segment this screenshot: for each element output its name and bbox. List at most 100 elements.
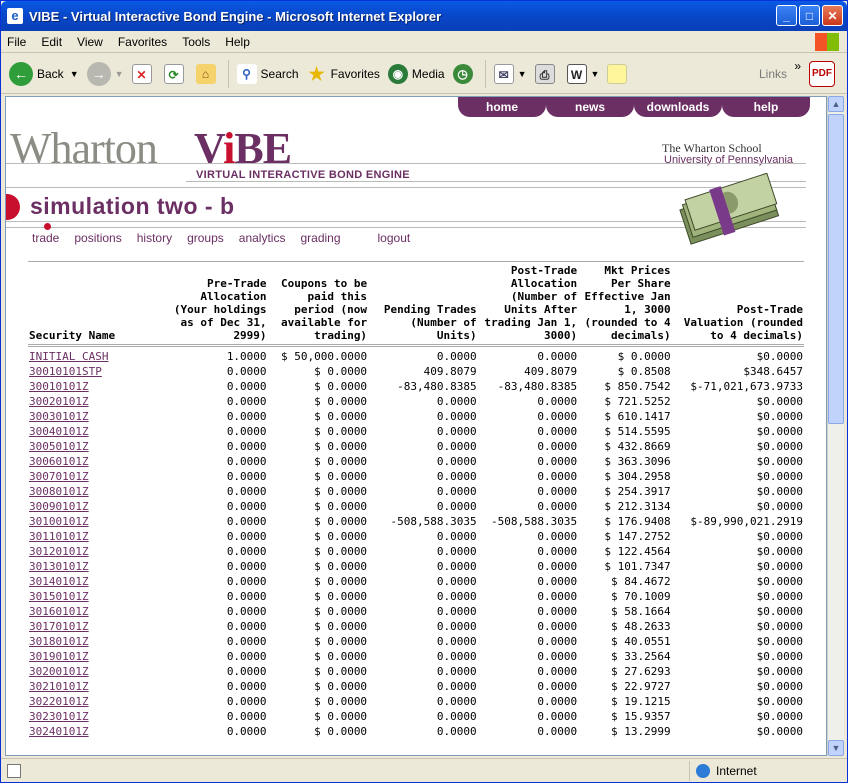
table-cell: 0.0000 — [537, 725, 578, 738]
subnav-positions[interactable]: positions — [74, 231, 121, 245]
back-button[interactable]: ← Back ▼ — [9, 61, 79, 86]
table-cell: 0.0000 — [537, 350, 578, 363]
table-cell: 0.0000 — [537, 575, 578, 588]
mail-button[interactable]: ✉ ▼ — [493, 63, 527, 84]
nav-help[interactable]: help — [722, 97, 810, 117]
security-link[interactable]: 30130101Z — [29, 560, 89, 573]
subnav-grading[interactable]: grading — [300, 231, 340, 245]
menu-help[interactable]: Help — [225, 35, 250, 49]
table-cell: 0.0000 — [537, 590, 578, 603]
menu-favorites[interactable]: Favorites — [118, 35, 167, 49]
nav-news[interactable]: news — [546, 97, 634, 117]
security-link[interactable]: 30050101Z — [29, 440, 89, 453]
security-link[interactable]: 30170101Z — [29, 620, 89, 633]
favorites-button[interactable]: ★ Favorites — [307, 64, 379, 84]
home-button[interactable]: ⌂ — [195, 63, 220, 84]
security-link[interactable]: 30070101Z — [29, 470, 89, 483]
subnav-history[interactable]: history — [137, 231, 172, 245]
history-button[interactable]: ◷ — [452, 63, 477, 84]
scroll-up-button[interactable]: ▲ — [828, 96, 844, 112]
security-link[interactable]: 30100101Z — [29, 515, 89, 528]
security-link[interactable]: 30150101Z — [29, 590, 89, 603]
pdf-icon[interactable]: PDF — [809, 61, 835, 87]
security-link[interactable]: 30210101Z — [29, 680, 89, 693]
subnav-logout[interactable]: logout — [378, 231, 411, 245]
table-cell: 0.0000 — [436, 710, 477, 723]
stop-button[interactable]: ✕ — [131, 63, 156, 84]
table-cell: $ 15.9357 — [611, 710, 671, 723]
security-link[interactable]: 30090101Z — [29, 500, 89, 513]
university-name: University of Pennsylvania — [664, 154, 794, 166]
close-button[interactable]: ✕ — [822, 5, 843, 26]
forward-dropdown-icon[interactable]: ▼ — [115, 69, 124, 79]
security-link[interactable]: 30060101Z — [29, 455, 89, 468]
back-dropdown-icon[interactable]: ▼ — [70, 69, 79, 79]
discuss-button[interactable] — [607, 63, 631, 84]
edit-button[interactable]: W ▼ — [566, 63, 600, 84]
security-link[interactable]: INITIAL CASH — [29, 350, 108, 363]
print-button[interactable]: ⎙ — [534, 63, 559, 84]
table-cell: 0.0000 — [436, 530, 477, 543]
search-button[interactable]: ⚲ Search — [236, 63, 299, 84]
vertical-scrollbar[interactable]: ▲ ▼ — [827, 96, 844, 756]
security-link[interactable]: 30180101Z — [29, 635, 89, 648]
stop-icon: ✕ — [131, 63, 152, 84]
table-cell: $0.0000 — [756, 680, 803, 693]
forward-button[interactable]: → ▼ — [86, 61, 124, 86]
table-cell: 0.0000 — [226, 695, 267, 708]
nav-home[interactable]: home — [458, 97, 546, 117]
table-cell: $ 40.0551 — [611, 635, 671, 648]
edit-dropdown-icon[interactable]: ▼ — [591, 69, 600, 79]
table-cell: $-71,021,673.9733 — [690, 380, 803, 393]
security-link[interactable]: 30160101Z — [29, 605, 89, 618]
col-header-security: Security Name — [28, 261, 165, 347]
toolbar-chevron-icon[interactable]: » — [794, 59, 801, 73]
table-cell: 0.0000 — [537, 455, 578, 468]
table-row: 30190101Z 0.0000 $ 0.0000 0.0000 0.0000 $ 33.… — [28, 649, 804, 664]
refresh-button[interactable]: ⟳ — [163, 63, 188, 84]
media-button[interactable]: ◉ Media — [387, 63, 445, 84]
menu-view[interactable]: View — [77, 35, 103, 49]
table-cell: 0.0000 — [436, 470, 477, 483]
table-row: 30060101Z 0.0000 $ 0.0000 0.0000 0.0000 $ 363… — [28, 454, 804, 469]
table-cell: 0.0000 — [226, 680, 267, 693]
table-cell: $ 0.0000 — [314, 590, 368, 603]
security-link[interactable]: 30080101Z — [29, 485, 89, 498]
menu-edit[interactable]: Edit — [41, 35, 62, 49]
table-cell: 0.0000 — [436, 695, 477, 708]
security-link[interactable]: 30190101Z — [29, 650, 89, 663]
vibe-logo-i: i — [223, 124, 235, 173]
security-link[interactable]: 30240101Z — [29, 725, 89, 738]
security-link[interactable]: 30220101Z — [29, 695, 89, 708]
menu-tools[interactable]: Tools — [182, 35, 210, 49]
security-link[interactable]: 30020101Z — [29, 395, 89, 408]
table-cell: 0.0000 — [537, 680, 578, 693]
security-link[interactable]: 30200101Z — [29, 665, 89, 678]
security-link[interactable]: 30040101Z — [29, 425, 89, 438]
subnav-groups[interactable]: groups — [187, 231, 224, 245]
links-label[interactable]: Links — [759, 67, 787, 81]
security-link[interactable]: 30230101Z — [29, 710, 89, 723]
table-row: 30220101Z 0.0000 $ 0.0000 0.0000 0.0000 $ 19.… — [28, 694, 804, 709]
nav-downloads[interactable]: downloads — [634, 97, 722, 117]
table-cell: $ 0.0000 — [314, 485, 368, 498]
table-cell: $ 0.0000 — [314, 380, 368, 393]
menu-file[interactable]: File — [7, 35, 26, 49]
security-link[interactable]: 30110101Z — [29, 530, 89, 543]
scroll-down-button[interactable]: ▼ — [828, 740, 844, 756]
subnav-trade[interactable]: trade — [32, 231, 59, 245]
mail-dropdown-icon[interactable]: ▼ — [518, 69, 527, 79]
maximize-button[interactable]: □ — [799, 5, 820, 26]
subnav-analytics[interactable]: analytics — [239, 231, 286, 245]
security-link[interactable]: 30120101Z — [29, 545, 89, 558]
minimize-button[interactable]: _ — [776, 5, 797, 26]
security-link[interactable]: 30010101Z — [29, 380, 89, 393]
home-icon: ⌂ — [195, 63, 216, 84]
table-cell: $ 304.2958 — [604, 470, 671, 483]
table-cell: 0.0000 — [226, 485, 267, 498]
security-link[interactable]: 30140101Z — [29, 575, 89, 588]
security-link[interactable]: 30030101Z — [29, 410, 89, 423]
table-cell: -83,480.8385 — [397, 380, 477, 393]
security-link[interactable]: 30010101STP — [29, 365, 102, 378]
scroll-thumb[interactable] — [828, 114, 844, 424]
